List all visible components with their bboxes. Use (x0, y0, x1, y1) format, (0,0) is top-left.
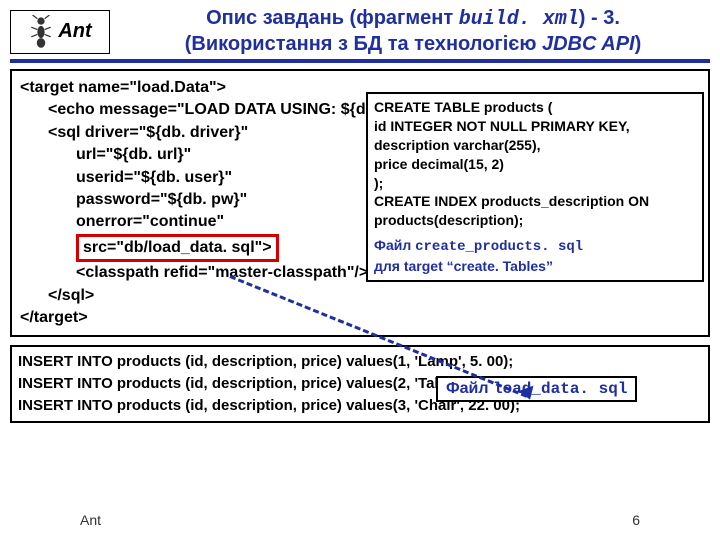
logo-text: Ant (58, 20, 91, 43)
load-data-file-callout: Файл load_data. sql (436, 376, 637, 402)
sql-line: price decimal(15, 2) (374, 155, 696, 174)
file-label: Файл create_products. sql (374, 236, 696, 257)
ant-icon (28, 15, 54, 49)
code-line: </sql> (20, 285, 700, 307)
sql-line: INSERT INTO products (id, description, p… (18, 351, 702, 373)
code-line: </target> (20, 307, 700, 329)
slide-title: Опис завдань (фрагмент build. xml) - 3. … (116, 6, 710, 57)
target-note: для target “create. Tables” (374, 257, 696, 276)
sql-line: description varchar(255), (374, 136, 696, 155)
title-bar: Ant Опис завдань (фрагмент build. xml) -… (10, 6, 710, 63)
create-products-callout: CREATE TABLE products ( id INTEGER NOT N… (366, 92, 704, 282)
sql-line: id INTEGER NOT NULL PRIMARY KEY, (374, 117, 696, 136)
sql-line: CREATE INDEX products_description ON pro… (374, 192, 696, 230)
sql-line: CREATE TABLE products ( (374, 98, 696, 117)
sql-line: ); (374, 174, 696, 193)
page-number: 6 (632, 512, 640, 528)
ant-logo: Ant (10, 10, 110, 54)
slide-footer: Ant 6 (0, 512, 720, 528)
footer-label: Ant (80, 512, 101, 528)
highlight-src: src="db/load_data. sql"> (76, 234, 279, 262)
